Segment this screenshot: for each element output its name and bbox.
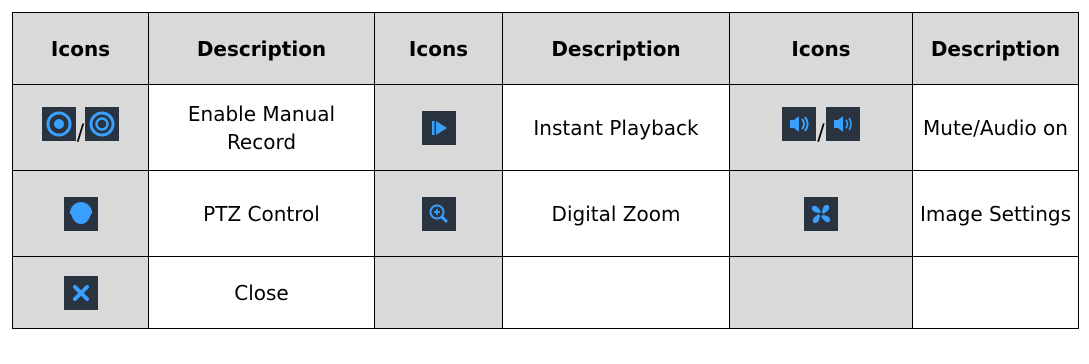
icon-cell [729,170,913,257]
header-icons-3: Icons [729,12,913,85]
icon-description-table: Icons Description Icons Description Icon… [12,12,1079,329]
icon-separator: / [76,121,85,146]
description-cell: Enable Manual Record [148,84,375,171]
description-cell: Mute/Audio on [912,84,1079,171]
header-description-1: Description [148,12,375,85]
header-description-3: Description [912,12,1079,85]
icon-cell [12,170,149,257]
icon-cell-empty [374,256,503,329]
image-settings-icon [804,196,838,231]
description-cell: PTZ Control [148,170,375,257]
description-cell: Instant Playback [502,84,730,171]
ptz-dome-icon [63,196,98,231]
description-cell: Close [148,256,375,329]
table-row: PTZ Control Digital Zoom Image Settings [12,170,1079,257]
header-icons-1: Icons [12,12,149,85]
header-icons-2: Icons [374,12,503,85]
header-description-2: Description [502,12,730,85]
mute-icon [782,107,817,141]
description-cell: Image Settings [912,170,1079,257]
record-off-icon [85,107,120,141]
icon-separator: / [817,121,825,146]
icon-cell: / [12,84,149,171]
record-on-icon [41,107,76,141]
icon-cell-empty [729,256,913,329]
icon-cell: / [729,84,913,171]
description-cell-empty [502,256,730,329]
close-icon [63,275,98,310]
description-cell-empty [912,256,1079,329]
icon-cell [12,256,149,329]
description-cell: Digital Zoom [502,170,730,257]
audio-on-icon [825,107,860,141]
digital-zoom-icon [421,196,456,231]
table-row: Close [12,256,1079,329]
instant-playback-icon [421,110,456,145]
icon-cell [374,84,503,171]
table-header-row: Icons Description Icons Description Icon… [12,12,1079,85]
table-row: / Enable Manual Record Instant Playback [12,84,1079,171]
icon-cell [374,170,503,257]
